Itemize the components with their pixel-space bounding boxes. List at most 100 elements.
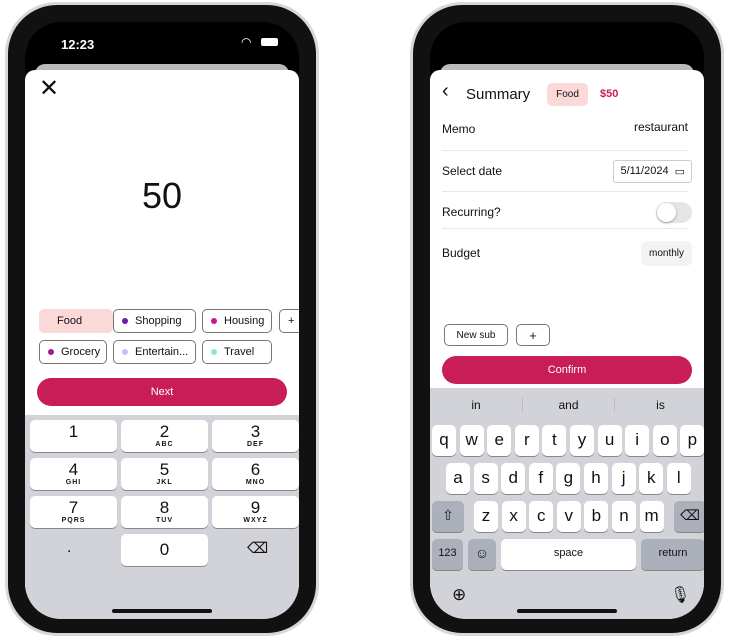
key-o[interactable]: o xyxy=(652,425,677,456)
category-chip[interactable]: Food xyxy=(39,309,113,333)
date-label: Select date xyxy=(442,164,503,178)
key-0[interactable]: 0 xyxy=(121,534,208,566)
key-m[interactable]: m xyxy=(639,501,664,532)
key-p[interactable]: p xyxy=(680,425,704,456)
key-7[interactable]: 7 PQRS xyxy=(30,496,117,528)
key-g[interactable]: g xyxy=(556,463,581,494)
category-chip[interactable]: Housing xyxy=(202,309,272,333)
phone-right: ‹ Summary Food $50 Memo restaurant Select… xyxy=(410,2,724,636)
key-letters: GHI xyxy=(65,479,82,486)
key-digit: 3 xyxy=(250,422,261,441)
calendar-icon: ▭ xyxy=(674,165,685,178)
globe-icon[interactable]: ⊕ xyxy=(452,585,466,605)
key-letters: PQRS xyxy=(61,517,86,524)
key-t[interactable]: t xyxy=(542,425,567,456)
screen-left: 12:23 ◠ ✕ 50 Food Shopping Housing + Grocery… xyxy=(25,22,299,619)
key-x[interactable]: x xyxy=(501,501,526,532)
key-f[interactable]: f xyxy=(528,463,553,494)
keyboard: ⇧ ⌫ 123 ☺ space return ⊕ 🎙 in and is q w e r t y… xyxy=(430,388,704,619)
category-dot xyxy=(211,318,217,324)
confirm-button[interactable]: Confirm xyxy=(442,356,692,384)
key-digit: 0 xyxy=(159,540,170,559)
suggestion[interactable]: is xyxy=(614,398,704,412)
recurring-toggle[interactable] xyxy=(656,201,692,223)
key-c[interactable]: c xyxy=(529,501,554,532)
category-chip[interactable]: Shopping xyxy=(113,309,196,333)
category-label: Travel xyxy=(224,346,255,358)
space-key[interactable]: space xyxy=(501,539,636,570)
home-indicator xyxy=(112,609,212,613)
key-letters: WXYZ xyxy=(243,517,268,524)
key-i[interactable]: i xyxy=(625,425,650,456)
close-icon[interactable]: ✕ xyxy=(39,74,59,103)
category-badge: Food xyxy=(547,83,588,106)
category-label: Housing xyxy=(224,315,265,327)
key-k[interactable]: k xyxy=(639,463,664,494)
key-letters: TUV xyxy=(156,517,173,524)
key-s[interactable]: s xyxy=(473,463,498,494)
key-2[interactable]: 2 ABC xyxy=(121,420,208,452)
backspace-key[interactable]: ⌫ xyxy=(674,501,704,532)
toggle-knob xyxy=(657,202,676,222)
category-chip[interactable]: Entertain... xyxy=(113,340,196,364)
key-z[interactable]: z xyxy=(474,501,498,532)
key-u[interactable]: u xyxy=(597,425,622,456)
key-b[interactable]: b xyxy=(584,501,609,532)
key-3[interactable]: 3 DEF xyxy=(212,420,299,452)
key-letters: ABC xyxy=(155,441,174,448)
key-l[interactable]: l xyxy=(666,463,691,494)
key-9[interactable]: 9 WXYZ xyxy=(212,496,299,528)
emoji-key[interactable]: ☺ xyxy=(468,539,496,570)
key-5[interactable]: 5 JKL xyxy=(121,458,208,490)
key-w[interactable]: w xyxy=(459,425,484,456)
key-1[interactable]: 1 xyxy=(30,420,117,452)
key-h[interactable]: h xyxy=(584,463,608,494)
key-digit: 6 xyxy=(250,460,261,479)
category-chip[interactable]: Travel xyxy=(202,340,272,364)
key-letters: MNO xyxy=(245,479,266,486)
microphone-icon[interactable]: 🎙 xyxy=(670,585,690,605)
numbers-key[interactable]: 123 xyxy=(432,539,463,570)
key-dot[interactable]: . xyxy=(67,539,71,557)
home-indicator xyxy=(517,609,617,613)
key-a[interactable]: a xyxy=(446,463,470,494)
delete-icon[interactable]: ⌫ xyxy=(247,539,268,557)
memo-label: Memo xyxy=(442,122,476,136)
new-sub-button[interactable]: New sub xyxy=(444,324,508,346)
suggestion[interactable]: in xyxy=(430,398,522,412)
suggestion[interactable]: and xyxy=(522,398,614,412)
category-label: Grocery xyxy=(61,346,101,358)
category-chip[interactable]: + xyxy=(279,309,299,333)
key-v[interactable]: v xyxy=(556,501,581,532)
budget-select[interactable]: monthly xyxy=(640,240,692,266)
return-key[interactable]: return xyxy=(641,539,704,570)
key-n[interactable]: n xyxy=(612,501,636,532)
budget-label: Budget xyxy=(442,246,481,260)
key-8[interactable]: 8 TUV xyxy=(121,496,208,528)
category-label: Entertain... xyxy=(135,346,189,358)
category-chip[interactable]: Grocery xyxy=(39,340,107,364)
key-6[interactable]: 6 MNO xyxy=(212,458,299,490)
shift-key[interactable]: ⇧ xyxy=(432,501,464,532)
amount-label: $50 xyxy=(600,88,619,100)
summary-title: Summary xyxy=(466,86,531,103)
category-label: + xyxy=(288,315,295,327)
category-label: Shopping xyxy=(135,315,182,327)
key-j[interactable]: j xyxy=(611,463,636,494)
category-dot xyxy=(48,349,54,355)
divider xyxy=(442,150,688,151)
key-q[interactable]: q xyxy=(432,425,456,456)
date-input[interactable]: 5/11/2024 ▭ xyxy=(613,159,692,183)
key-e[interactable]: e xyxy=(487,425,512,456)
key-r[interactable]: r xyxy=(514,425,539,456)
key-y[interactable]: y xyxy=(570,425,594,456)
key-d[interactable]: d xyxy=(501,463,526,494)
back-icon[interactable]: ‹ xyxy=(442,80,449,103)
memo-input[interactable]: restaurant xyxy=(634,120,688,134)
category-dot xyxy=(122,318,128,324)
phone-left: 12:23 ◠ ✕ 50 Food Shopping Housing + Grocery… xyxy=(5,2,319,636)
key-4[interactable]: 4 GHI xyxy=(30,458,117,490)
add-sub-button[interactable]: + xyxy=(516,324,550,346)
key-digit: 8 xyxy=(159,498,170,517)
next-button[interactable]: Next xyxy=(37,378,287,406)
